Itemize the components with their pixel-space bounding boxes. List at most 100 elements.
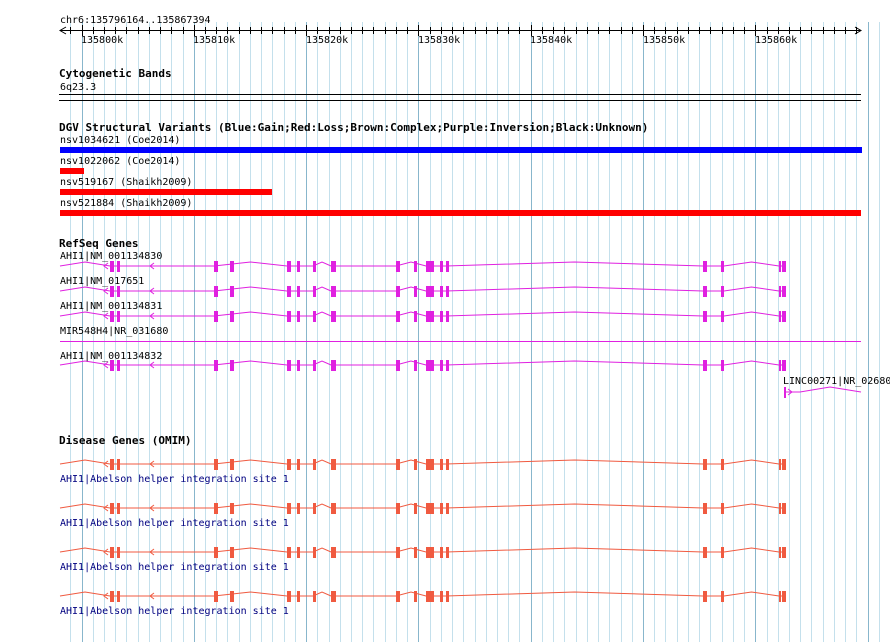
gene-exon bbox=[782, 286, 786, 297]
gene-exon bbox=[440, 503, 443, 514]
gene-model bbox=[59, 459, 786, 470]
gene-exon bbox=[782, 459, 786, 470]
gene-exon bbox=[446, 547, 449, 558]
gene-exon bbox=[779, 459, 781, 470]
gene-exon bbox=[414, 286, 417, 297]
dgv-variant-label[interactable]: nsv521884 (Shaikh2009) bbox=[60, 198, 192, 209]
gene-exon bbox=[287, 591, 291, 602]
gene-exon bbox=[703, 459, 707, 470]
dgv-variant-label[interactable]: nsv1022062 (Coe2014) bbox=[60, 156, 180, 167]
gene-intron-line bbox=[59, 503, 785, 509]
ruler-tick-label: 135820k bbox=[306, 35, 349, 46]
refseq-gene-label[interactable]: LINC00271|NR_02680 bbox=[783, 376, 890, 387]
ruler-tick-label: 135800k bbox=[81, 35, 124, 46]
gene-exon bbox=[297, 547, 300, 558]
gene-exon bbox=[782, 311, 786, 322]
gene-intron-line bbox=[59, 286, 785, 292]
gene-exon bbox=[446, 360, 449, 371]
dgv-variant-bar bbox=[60, 147, 862, 153]
gene-exon bbox=[230, 360, 234, 371]
gene-exon bbox=[721, 459, 724, 470]
dgv-variant-bar bbox=[60, 189, 272, 195]
omim-gene-label[interactable]: AHI1|Abelson helper integration site 1 bbox=[60, 518, 289, 529]
gene-exon bbox=[779, 261, 781, 272]
gene-exon bbox=[414, 591, 417, 602]
gene-exon bbox=[297, 459, 300, 470]
gene-exon bbox=[782, 547, 786, 558]
gene-exon bbox=[331, 261, 336, 272]
gene-exon bbox=[414, 261, 417, 272]
gene-exon bbox=[110, 547, 114, 558]
refseq-gene-label[interactable]: AHI1|NM_001134832 bbox=[60, 351, 162, 362]
gene-exon bbox=[446, 261, 449, 272]
refseq-gene-label[interactable]: AHI1|NM_017651 bbox=[60, 276, 144, 287]
gene-exon bbox=[440, 360, 443, 371]
gene-exon bbox=[779, 591, 781, 602]
gene-exon bbox=[287, 547, 291, 558]
gene-exon bbox=[426, 261, 434, 272]
refseq-gene-label[interactable]: MIR548H4|NR_031680 bbox=[60, 326, 168, 337]
gene-exon bbox=[214, 503, 218, 514]
dgv-variant-bar bbox=[60, 210, 861, 216]
gene-model bbox=[59, 547, 786, 558]
gene-exon bbox=[313, 261, 316, 272]
gene-exon bbox=[214, 591, 218, 602]
gene-exon bbox=[784, 387, 786, 398]
gene-exon bbox=[331, 311, 336, 322]
gene-exon bbox=[313, 286, 316, 297]
gene-exon bbox=[782, 261, 786, 272]
gene-exon bbox=[297, 261, 300, 272]
gene-exon bbox=[426, 503, 434, 514]
gene-exon bbox=[396, 311, 400, 322]
gene-exon bbox=[703, 360, 707, 371]
dgv-track-title: DGV Structural Variants (Blue:Gain;Red:L… bbox=[59, 121, 649, 134]
gene-exon bbox=[703, 261, 707, 272]
gene-exon bbox=[703, 286, 707, 297]
gene-exon bbox=[230, 503, 234, 514]
gene-exon bbox=[440, 261, 443, 272]
refseq-gene-label[interactable]: AHI1|NM_001134830 bbox=[60, 251, 162, 262]
omim-gene-label[interactable]: AHI1|Abelson helper integration site 1 bbox=[60, 474, 289, 485]
gene-exon bbox=[779, 360, 781, 371]
dgv-variant-label[interactable]: nsv1034621 (Coe2014) bbox=[60, 135, 180, 146]
ruler-tick-label: 135840k bbox=[530, 35, 573, 46]
omim-gene-label[interactable]: AHI1|Abelson helper integration site 1 bbox=[60, 562, 289, 573]
gene-exon bbox=[396, 547, 400, 558]
gene-exon bbox=[779, 286, 781, 297]
refseq-gene-label[interactable]: AHI1|NM_001134831 bbox=[60, 301, 162, 312]
omim-gene-label[interactable]: AHI1|Abelson helper integration site 1 bbox=[60, 606, 289, 617]
gene-exon bbox=[331, 360, 336, 371]
gene-exon bbox=[313, 503, 316, 514]
gene-model bbox=[59, 311, 786, 322]
gene-exon bbox=[396, 459, 400, 470]
gene-exon bbox=[110, 311, 114, 322]
gene-exon bbox=[110, 591, 114, 602]
gene-exon bbox=[703, 547, 707, 558]
gene-exon bbox=[214, 459, 218, 470]
gene-exon bbox=[287, 459, 291, 470]
gene-model bbox=[59, 360, 786, 371]
gene-intron-line bbox=[59, 459, 785, 465]
gene-exon bbox=[414, 547, 417, 558]
gene-intron-line bbox=[59, 261, 785, 267]
gene-exon bbox=[313, 591, 316, 602]
gene-exon bbox=[297, 360, 300, 371]
gene-exon bbox=[110, 459, 114, 470]
gene-exon bbox=[287, 503, 291, 514]
gene-exon bbox=[117, 591, 120, 602]
gene-exon bbox=[779, 547, 781, 558]
dgv-variant-label[interactable]: nsv519167 (Shaikh2009) bbox=[60, 177, 192, 188]
gene-exon bbox=[110, 261, 114, 272]
gene-exon bbox=[446, 591, 449, 602]
gene-exon bbox=[230, 286, 234, 297]
gene-exon bbox=[446, 503, 449, 514]
gene-exon bbox=[721, 591, 724, 602]
gene-exon bbox=[396, 286, 400, 297]
gene-exon bbox=[313, 360, 316, 371]
gene-exon bbox=[440, 459, 443, 470]
gene-exon bbox=[721, 261, 724, 272]
gene-model bbox=[59, 503, 786, 514]
gene-exon bbox=[779, 311, 781, 322]
gene-exon bbox=[297, 286, 300, 297]
gene-intron-line bbox=[59, 360, 785, 366]
